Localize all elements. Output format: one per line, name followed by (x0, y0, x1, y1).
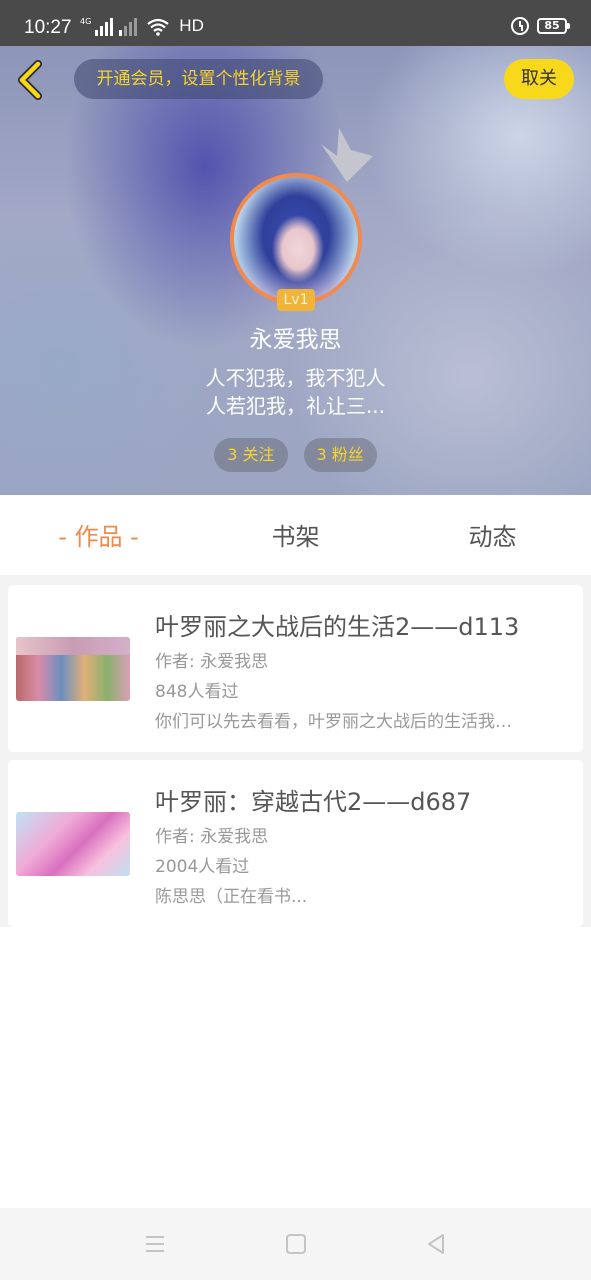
work-author: 作者: 永爱我思 (155, 827, 269, 847)
signature-line-2: 人若犯我，礼让三... (205, 394, 386, 418)
home-icon[interactable] (284, 1232, 308, 1256)
status-time: 10:27 (24, 17, 72, 38)
vip-background-banner[interactable]: 开通会员，设置个性化背景 (74, 59, 323, 99)
network-type: 4G (80, 17, 92, 26)
works-list: 叶罗丽之大战后的生活2——d113 作者: 永爱我思 848人看过 你们可以先去… (0, 575, 591, 927)
status-right: 85 (511, 17, 570, 35)
followers-count-button[interactable]: 3 粉丝 (303, 438, 377, 472)
signature-line-1: 人不犯我，我不犯人 (205, 366, 386, 390)
tab-works[interactable]: - 作品 - (0, 495, 197, 575)
back-arrow-icon[interactable] (14, 60, 48, 100)
signal-icon (95, 18, 114, 36)
work-title: 叶罗丽：穿越古代2——d687 (155, 788, 472, 816)
battery-icon: 85 (537, 18, 570, 34)
nickname: 永爱我思 (249, 327, 342, 353)
crown-icon (321, 128, 373, 182)
back-icon[interactable] (424, 1232, 448, 1256)
wifi-icon (147, 18, 169, 36)
menu-icon[interactable] (143, 1232, 167, 1256)
profile-header: 开通会员，设置个性化背景 取关 Lv1 永爱我思 人不犯我，我不犯人 人若犯我，… (0, 46, 591, 495)
work-description: 你们可以先去看看，叶罗丽之大战后的生活我… (155, 712, 512, 732)
following-count-button[interactable]: 3 关注 (214, 438, 288, 472)
status-bar: 10:27 4G HD 85 (0, 0, 591, 46)
list-item[interactable]: 叶罗丽之大战后的生活2——d113 作者: 永爱我思 848人看过 你们可以先去… (8, 585, 583, 752)
work-author: 作者: 永爱我思 (155, 652, 269, 672)
work-description: 陈思思（正在看书... (155, 887, 308, 907)
list-item[interactable]: 叶罗丽：穿越古代2——d687 作者: 永爱我思 2004人看过 陈思思（正在看… (8, 760, 583, 927)
tab-bookshelf[interactable]: 书架 (197, 495, 394, 575)
tab-activity[interactable]: 动态 (394, 495, 591, 575)
work-cover-image (16, 812, 130, 876)
work-views: 848人看过 (155, 682, 239, 702)
hd-indicator: HD (179, 16, 204, 35)
work-views: 2004人看过 (155, 857, 250, 877)
signal-weak-icon (119, 18, 138, 36)
system-nav-bar (0, 1208, 591, 1280)
signature: 人不犯我，我不犯人 人若犯我，礼让三... (0, 364, 591, 420)
profile-tabs: - 作品 - 书架 动态 (0, 495, 591, 575)
alarm-icon (511, 17, 529, 35)
status-icons: 4G HD (80, 16, 204, 36)
unfollow-button[interactable]: 取关 (504, 59, 574, 99)
follow-stats: 3 关注 3 粉丝 (0, 438, 591, 472)
level-badge: Lv1 (277, 289, 315, 311)
avatar[interactable] (230, 173, 362, 305)
work-cover-image (16, 637, 130, 701)
work-title: 叶罗丽之大战后的生活2——d113 (155, 613, 520, 641)
